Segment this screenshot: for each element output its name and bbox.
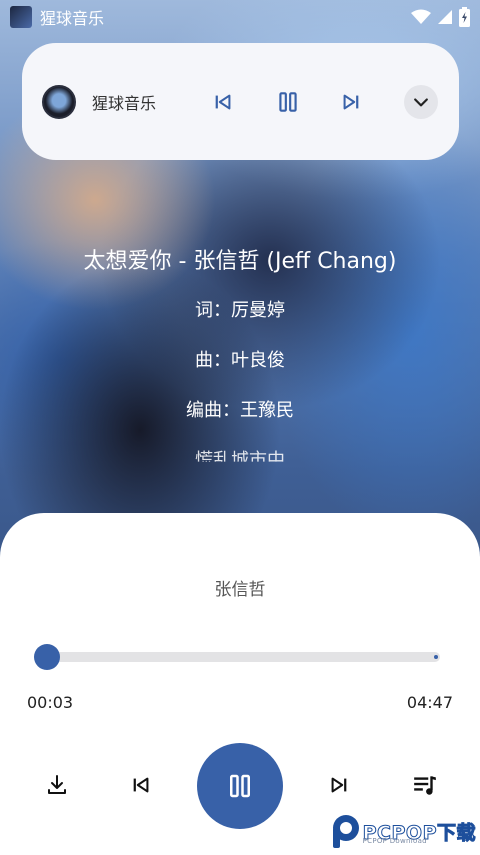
mini-next-button[interactable] bbox=[340, 91, 362, 113]
mini-previous-button[interactable] bbox=[212, 91, 234, 113]
download-icon bbox=[48, 775, 66, 794]
progress-end-dot bbox=[434, 655, 438, 659]
total-time: 04:47 bbox=[406, 693, 453, 712]
skip-previous-icon bbox=[133, 777, 149, 793]
pause-button[interactable] bbox=[197, 743, 283, 829]
mini-pause-button[interactable] bbox=[275, 89, 301, 115]
watermark-sub: PCPOP Download bbox=[362, 837, 427, 845]
download-button[interactable] bbox=[40, 768, 74, 802]
mini-player-card[interactable]: 猩球音乐 bbox=[22, 43, 459, 160]
app-icon bbox=[10, 6, 32, 28]
lyric-line: 词：厉曼婷 bbox=[195, 300, 285, 321]
progress-bar[interactable] bbox=[43, 652, 440, 662]
next-button[interactable] bbox=[322, 768, 356, 802]
playlist-button[interactable] bbox=[408, 768, 442, 802]
pause-icon bbox=[230, 774, 250, 798]
chevron-down-icon bbox=[414, 97, 428, 106]
skip-previous-icon bbox=[215, 94, 231, 109]
current-time: 00:03 bbox=[27, 693, 74, 712]
collapse-button[interactable] bbox=[404, 84, 438, 119]
player-sheet: 张信哲 00:03 04:47 PCPOP下载 PCPOP Download bbox=[0, 513, 480, 855]
signal-icon bbox=[438, 10, 452, 24]
pause-icon bbox=[279, 91, 297, 112]
status-indicators bbox=[411, 7, 470, 27]
battery-icon bbox=[459, 7, 470, 27]
skip-next-icon bbox=[331, 777, 347, 793]
album-thumbnail bbox=[42, 84, 76, 119]
status-bar: 猩球音乐 bbox=[0, 0, 480, 34]
pcpop-logo-icon bbox=[332, 815, 359, 848]
wifi-icon bbox=[411, 9, 431, 24]
mini-player-title: 猩球音乐 bbox=[92, 93, 157, 113]
skip-next-icon bbox=[343, 94, 359, 109]
artist-name: 张信哲 bbox=[214, 580, 266, 600]
pcpop-watermark: PCPOP下载 PCPOP Download bbox=[329, 813, 476, 849]
lyric-line: 编曲：王豫民 bbox=[186, 400, 294, 421]
progress-thumb[interactable] bbox=[33, 644, 60, 670]
previous-button[interactable] bbox=[124, 768, 158, 802]
lyric-line: 太想爱你 - 张信哲 (Jeff Chang) bbox=[83, 249, 397, 274]
playlist-icon bbox=[414, 776, 436, 795]
status-app-name: 猩球音乐 bbox=[40, 9, 105, 28]
lyric-line: 曲：叶良俊 bbox=[195, 350, 285, 371]
